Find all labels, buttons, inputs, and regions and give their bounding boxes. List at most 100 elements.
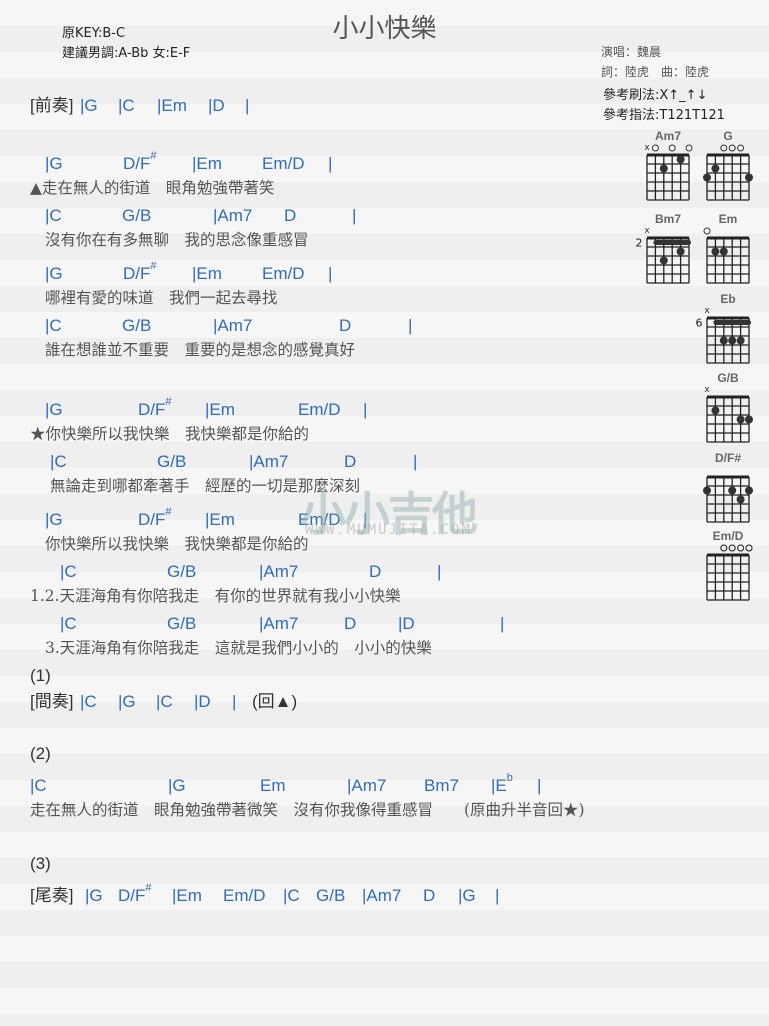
lyric-line: ★你快樂所以我快樂 我快樂都是你給的	[30, 425, 310, 443]
chord-diagram-name: Em/D	[712, 529, 744, 543]
bar-line: |	[232, 692, 237, 711]
finger-pattern: 參考指法:T121T121	[603, 108, 725, 123]
singer: 演唱：魏晨	[601, 45, 662, 59]
bar-line: |	[500, 614, 505, 633]
chord: D	[423, 886, 436, 905]
lyric-line: 你快樂所以我快樂 我快樂都是你給的	[45, 535, 309, 553]
chord: D	[284, 206, 297, 225]
chord: Em/D	[223, 886, 266, 905]
chord: Em/D	[262, 154, 305, 173]
chord: |C	[80, 692, 97, 711]
chord: |G	[118, 692, 136, 711]
chord: |Em	[172, 886, 202, 905]
bar-line: |	[495, 886, 500, 905]
chord: |Am7	[362, 886, 402, 905]
svg-text:x: x	[704, 385, 710, 395]
chord: G/B	[167, 614, 197, 633]
chord: D	[344, 452, 357, 471]
suggested-key: 建議男調:A-Bb 女:E-F	[62, 46, 191, 61]
chord: |C	[60, 614, 77, 633]
chord: G/B	[167, 562, 197, 581]
svg-text:x: x	[704, 306, 710, 316]
chord-name: D/F	[118, 886, 146, 905]
bar-line: |	[328, 154, 333, 173]
chord-accidental: #	[165, 396, 172, 408]
chord: D	[339, 316, 352, 335]
chord: |G	[45, 400, 63, 419]
bar-line: |	[245, 96, 250, 115]
chord: D/F#	[138, 397, 172, 419]
chord: D/F#	[138, 507, 172, 529]
chord: D/F#	[123, 151, 157, 173]
chord: Bm7	[424, 776, 459, 795]
section-marker: [間奏]	[30, 692, 74, 711]
chord: |C	[156, 692, 173, 711]
section-label: (2)	[30, 744, 51, 763]
chord-name: |E	[491, 776, 507, 795]
chord: D/F#	[118, 883, 152, 905]
chord-diagram: x	[644, 143, 693, 201]
section-marker: [尾奏]	[30, 886, 74, 905]
chord: |G	[458, 886, 476, 905]
strum-pattern: 參考刷法:X↑_↑↓	[603, 88, 708, 103]
chord: |C	[60, 562, 77, 581]
chord: |G	[85, 886, 103, 905]
chord-accidental: #	[145, 882, 152, 894]
chord: D	[369, 562, 382, 581]
chord: |Am7	[259, 562, 299, 581]
lyric-line: 走在無人的街道 眼角勉強帶著微笑 沒有你我像得重感冒 (原曲升半音回★)	[30, 801, 585, 819]
chord: |C	[45, 316, 62, 335]
chord-diagram	[706, 544, 753, 601]
chord: |G	[45, 264, 63, 283]
chord-diagram-name: Bm7	[654, 212, 681, 226]
chord: |D	[398, 614, 415, 633]
svg-text:2: 2	[636, 237, 643, 250]
chord: |D	[208, 96, 225, 115]
bar-line: |	[408, 316, 413, 335]
section-marker: [前奏]	[30, 96, 74, 115]
chord: |G	[45, 154, 63, 173]
chord: |G	[168, 776, 186, 795]
chord-accidental: #	[150, 150, 157, 162]
chord-diagram-name: Eb	[720, 292, 736, 306]
chord: Em/D	[262, 264, 305, 283]
chord-diagram	[703, 475, 753, 523]
chord: D	[344, 614, 357, 633]
chord: D/F#	[123, 261, 157, 283]
chord: G/B	[122, 206, 152, 225]
lyric-line: 3.天涯海角有你陪我走 這就是我們小小的 小小的快樂	[45, 639, 432, 657]
bar-line: |	[352, 206, 357, 225]
chord: |C	[50, 452, 67, 471]
chord-diagram: x	[704, 385, 753, 443]
chord-accidental: b	[506, 772, 513, 784]
section-marker: (回▲)	[252, 692, 298, 711]
chord: |C	[45, 206, 62, 225]
chord: |Am7	[347, 776, 387, 795]
chord-diagram: x2	[636, 226, 691, 284]
chord: |Em	[192, 154, 222, 173]
chord-name: D/F	[123, 264, 151, 283]
bar-line: |	[328, 264, 333, 283]
chord: G/B	[316, 886, 346, 905]
section-label: (3)	[30, 854, 51, 873]
chord: |Eb	[491, 773, 513, 795]
lyric-line: 誰在想誰並不重要 重要的是想念的感覺真好	[45, 341, 356, 359]
lyric-line: 哪裡有愛的味道 我們一起去尋找	[45, 289, 278, 307]
chord: |C	[283, 886, 300, 905]
chord-diagram	[703, 227, 750, 284]
chord: |D	[194, 692, 211, 711]
bar-line: |	[537, 776, 542, 795]
chord-accidental: #	[150, 260, 157, 272]
chord: |C	[30, 776, 47, 795]
chord-sheet: 小小快樂 原KEY:B-C 建議男調:A-Bb 女:E-F 演唱：魏晨 詞：陸虎…	[0, 0, 769, 1026]
chord: |Em	[157, 96, 187, 115]
section-label: (1)	[30, 666, 51, 685]
chord: |Am7	[249, 452, 289, 471]
chord-name: D/F	[138, 510, 166, 529]
chord: |C	[118, 96, 135, 115]
chord: |G	[80, 96, 98, 115]
chord-diagram-name: D/F#	[714, 451, 741, 465]
lyric-line: 1.2.天涯海角有你陪我走 有你的世界就有我小小快樂	[30, 587, 401, 605]
chord-diagram	[703, 144, 753, 201]
chord: G/B	[157, 452, 187, 471]
